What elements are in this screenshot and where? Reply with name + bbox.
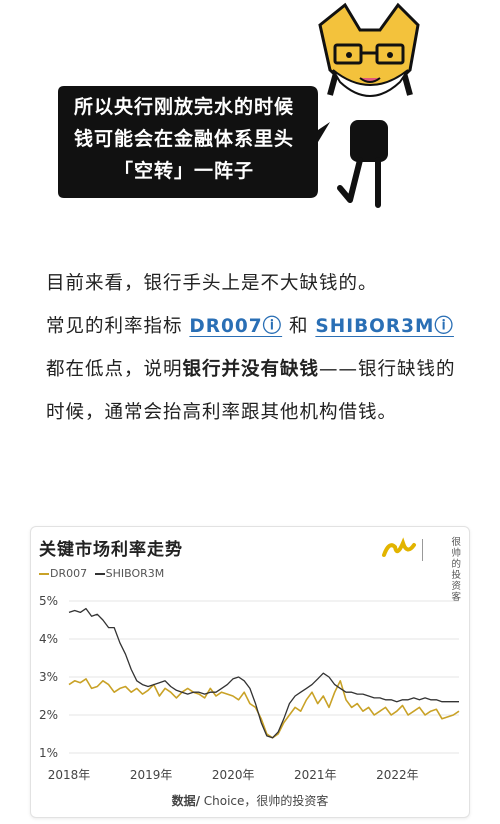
- speech-line-2: 钱可能会在金融体系里头: [73, 128, 294, 150]
- brand-mark-icon: [382, 537, 416, 557]
- speech-line-1: 所以央行刚放完水的时候: [73, 96, 294, 118]
- y-tick-label: 3%: [39, 670, 58, 684]
- speech-bubble: 所以央行刚放完水的时候 钱可能会在金融体系里头 「空转」一阵子: [50, 88, 318, 198]
- x-tick-label: 2021年: [294, 768, 337, 782]
- series-line-shibor3m: [68, 607, 459, 739]
- line-chart: 1% 2% 3% 4% 5% 2018年 2019年 2020年 2021年 2022年: [39, 594, 460, 782]
- speech-line-3: 「空转」一阵子: [113, 160, 254, 182]
- y-tick-label: 2%: [39, 708, 58, 722]
- legend-swatch-dr007: [39, 573, 49, 575]
- x-tick-label: 2019年: [130, 768, 173, 782]
- paragraph-2-prefix: 常见的利率指标: [46, 316, 190, 337]
- y-tick-label: 4%: [39, 632, 58, 646]
- dr007-term-link[interactable]: DR007ⓘ: [189, 316, 282, 337]
- y-tick-label: 5%: [39, 594, 58, 608]
- source-text: Choice，很帅的投资客: [199, 794, 329, 808]
- legend-label-dr007: DR007: [50, 567, 88, 580]
- article-body: 目前来看，银行手头上是不大缺钱的。 常见的利率指标 DR007ⓘ 和 SHIBO…: [46, 262, 466, 434]
- paragraph-2-mid: 和: [282, 316, 316, 337]
- y-tick-label: 1%: [39, 746, 58, 760]
- x-tick-label: 2022年: [376, 768, 419, 782]
- legend-label-shibor3m: SHIBOR3M: [105, 567, 165, 580]
- source-label: 数据/: [171, 794, 200, 808]
- paragraph-1: 目前来看，银行手头上是不大缺钱的。: [46, 273, 378, 294]
- comic-illustration: 所以央行刚放完水的时候 钱可能会在金融体系里头 「空转」一阵子: [0, 0, 500, 230]
- shibor3m-term-link[interactable]: SHIBOR3Mⓘ: [315, 316, 454, 337]
- chart-legend: DR007 SHIBOR3M: [39, 567, 164, 580]
- paragraph-2-after: 都在低点，说明: [46, 359, 183, 380]
- paragraph-2-emphasis: 银行并没有缺钱: [182, 359, 320, 380]
- x-tick-label: 2018年: [48, 768, 91, 782]
- chart-title: 关键市场利率走势: [39, 540, 183, 560]
- chart-card: 关键市场利率走势 很帅的 投资客 DR007 SHIBOR3M 1% 2% 3% 4%…: [30, 526, 470, 818]
- paragraph-2: 常见的利率指标 DR007ⓘ 和 SHIBOR3Mⓘ 都在低点，说明银行并没有缺…: [46, 305, 466, 434]
- x-tick-label: 2020年: [212, 768, 255, 782]
- data-source: 数据/ Choice，很帅的投资客: [31, 792, 469, 809]
- legend-swatch-shibor3m: [94, 573, 105, 575]
- brand-line-1: 很帅的: [451, 537, 461, 570]
